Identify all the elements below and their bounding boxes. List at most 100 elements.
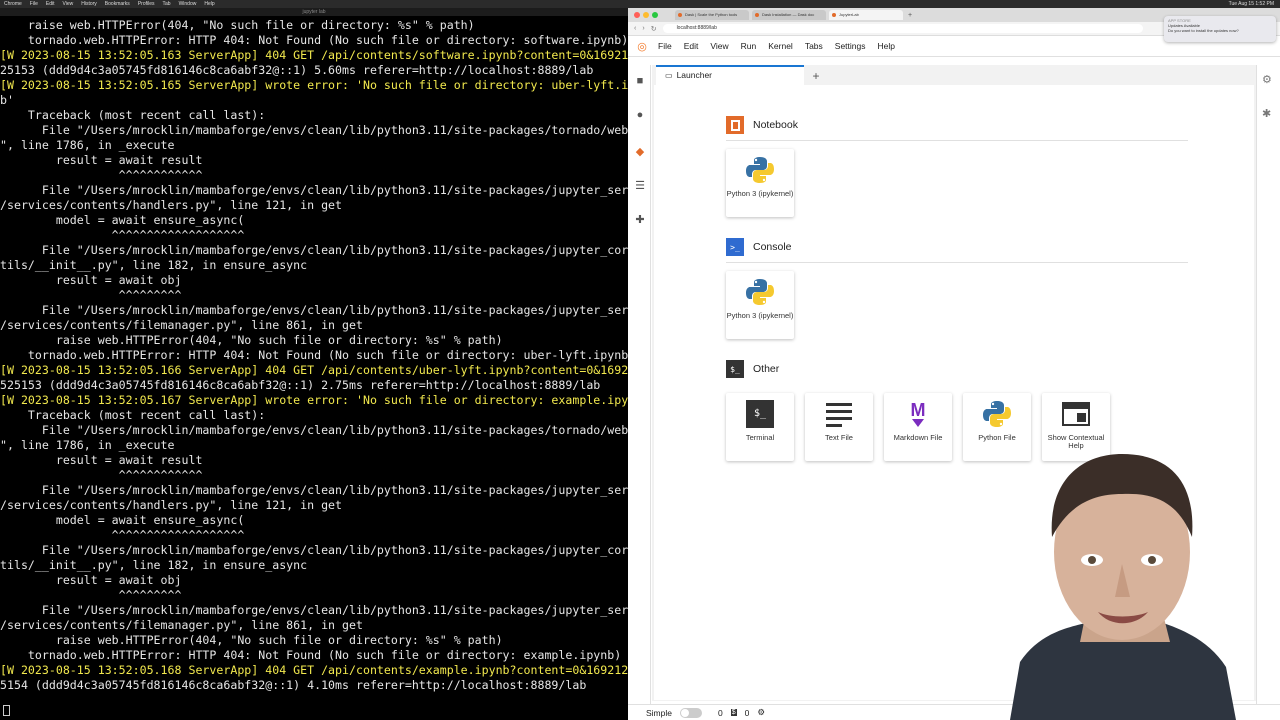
text-file-card[interactable]: Text File: [805, 393, 873, 461]
terminal-line: result = await result: [0, 453, 203, 467]
terminal-output: raise web.HTTPError(404, "No such file o…: [0, 16, 628, 693]
mac-menubar: Chrome File Edit View History Bookmarks …: [0, 0, 1280, 8]
debugger-icon[interactable]: ✱: [1262, 107, 1271, 120]
card-label: Python 3 (ipykernel): [726, 189, 794, 198]
maximize-window-icon[interactable]: [652, 12, 658, 18]
new-tab-icon[interactable]: +: [906, 12, 914, 19]
notebook-section-title: Notebook: [753, 119, 798, 131]
kernel-count[interactable]: 0: [745, 708, 750, 718]
terminal-line: /services/contents/handlers.py", line 12…: [0, 498, 343, 512]
menu-edit[interactable]: Edit: [678, 41, 705, 51]
terminal-line: model = await ensure_async(: [0, 213, 245, 227]
menu-settings[interactable]: Settings: [829, 41, 872, 51]
menu-file[interactable]: File: [652, 41, 678, 51]
text-file-icon: [825, 397, 853, 431]
card-label: Markdown File: [893, 433, 943, 442]
extensions-icon[interactable]: ✚: [633, 213, 647, 226]
url-input[interactable]: localhost:8889/lab: [662, 24, 1143, 33]
terminal-line: ^^^^^^^^^^^^^^^^^^^: [0, 528, 245, 542]
terminal-line: tornado.web.HTTPError: HTTP 404: Not Fou…: [0, 648, 622, 662]
terminal-line: [W 2023-08-15 13:52:05.163 ServerApp] 40…: [0, 48, 628, 62]
menubar-item-window[interactable]: Window: [179, 0, 197, 8]
terminal-line: raise web.HTTPError(404, "No such file o…: [0, 18, 475, 32]
back-icon[interactable]: ‹: [634, 25, 636, 32]
markdown-file-card[interactable]: M Markdown File: [884, 393, 952, 461]
contextual-help-card[interactable]: Show Contextual Help: [1042, 393, 1110, 461]
menubar-item-edit[interactable]: Edit: [46, 0, 55, 8]
terminal-line: b': [0, 93, 14, 107]
other-section-title: Other: [753, 363, 780, 375]
right-sidebar: ⚙ ✱: [1256, 65, 1280, 709]
terminal-line: 25153 (ddd9d4c3a05745fd816146c8ca6abf32@…: [0, 63, 594, 77]
menu-view[interactable]: View: [704, 41, 734, 51]
menu-help[interactable]: Help: [872, 41, 901, 51]
reload-icon[interactable]: ↻: [651, 25, 657, 33]
terminal-line: /services/contents/handlers.py", line 12…: [0, 198, 343, 212]
terminal-line: File "/Users/mrocklin/mambaforge/envs/cl…: [0, 423, 628, 437]
forward-icon[interactable]: ›: [642, 25, 644, 32]
menubar-item-history[interactable]: History: [81, 0, 97, 8]
table-of-contents-icon[interactable]: ☰: [633, 179, 647, 192]
terminal-title: jupyter lab: [0, 8, 628, 16]
terminal-line: model = await ensure_async(: [0, 513, 245, 527]
menu-run[interactable]: Run: [735, 41, 763, 51]
terminal-line: Traceback (most recent call last):: [0, 408, 266, 422]
menu-kernel[interactable]: Kernel: [762, 41, 799, 51]
terminal-line: /services/contents/filemanager.py", line…: [0, 618, 363, 632]
console-section-title: Console: [753, 241, 792, 253]
browser-tab-jupyterlab[interactable]: JupyterLab: [829, 10, 903, 20]
terminal-line: ^^^^^^^^^^^^^^^^^^^: [0, 228, 245, 242]
simple-mode-toggle[interactable]: [679, 707, 702, 718]
terminal-line: result = await obj: [0, 273, 182, 287]
console-section-icon: >_: [726, 238, 744, 256]
other-section: $_ Other $_ Terminal Text File M Markdow…: [726, 359, 1188, 461]
kernel-status-icon: ⚙: [757, 707, 765, 717]
terminal-line: ^^^^^^^^^^^^: [0, 168, 203, 182]
menubar-item-tab[interactable]: Tab: [163, 0, 171, 8]
menubar-item-chrome[interactable]: Chrome: [4, 0, 22, 8]
tab-launcher[interactable]: ▭ Launcher: [656, 65, 804, 85]
terminal-cursor: [3, 705, 10, 716]
terminal-line: /services/contents/filemanager.py", line…: [0, 318, 363, 332]
left-pupil-shape: [1088, 556, 1096, 564]
notebook-section-icon: [726, 116, 744, 134]
folder-icon[interactable]: ■: [633, 75, 647, 87]
menubar-item-file[interactable]: File: [30, 0, 38, 8]
jupyter-logo-icon: ◎: [637, 40, 647, 53]
terminal-line: raise web.HTTPError(404, "No such file o…: [0, 333, 503, 347]
terminal-line: File "/Users/mrocklin/mambaforge/envs/cl…: [0, 243, 628, 257]
card-label: Python File: [978, 433, 1016, 442]
running-kernels-icon[interactable]: ●: [633, 109, 647, 121]
notebook-python3-card[interactable]: Python 3 (ipykernel): [726, 149, 794, 217]
menubar-item-profiles[interactable]: Profiles: [138, 0, 155, 8]
console-python3-card[interactable]: Python 3 (ipykernel): [726, 271, 794, 339]
menubar-item-help[interactable]: Help: [204, 0, 214, 8]
terminal-status-icon: $: [730, 709, 737, 716]
terminal-line: 525153 (ddd9d4c3a05745fd816146c8ca6abf32…: [0, 378, 601, 392]
terminal-icon: $_: [746, 397, 774, 431]
menu-tabs[interactable]: Tabs: [799, 41, 829, 51]
card-label: Show Contextual Help: [1047, 433, 1105, 450]
python-file-card[interactable]: Python File: [963, 393, 1031, 461]
menubar-clock: Tue Aug 15 1:52 PM: [1228, 1, 1274, 7]
browser-tab-dask-install[interactable]: Dask Installation — Dask doc: [752, 10, 826, 20]
terminal-card[interactable]: $_ Terminal: [726, 393, 794, 461]
close-window-icon[interactable]: [634, 12, 640, 18]
left-sidebar: ■ ● ◆ ☰ ✚: [628, 65, 651, 709]
dock-tabbar: ▭ Launcher +: [652, 65, 1256, 85]
terminal-line: File "/Users/mrocklin/mambaforge/envs/cl…: [0, 603, 628, 617]
add-launcher-icon[interactable]: +: [806, 68, 826, 85]
notebook-section: Notebook Python 3 (ipykernel): [726, 115, 1188, 217]
dask-icon[interactable]: ◆: [633, 145, 647, 158]
menubar-item-view[interactable]: View: [62, 0, 73, 8]
browser-tab-dask[interactable]: Dask | Scale the Python tools: [675, 10, 749, 20]
terminal-line: Traceback (most recent call last):: [0, 108, 266, 122]
notification-body: Do you want to install the updates now?: [1168, 28, 1239, 33]
minimize-window-icon[interactable]: [643, 12, 649, 18]
terminal-window[interactable]: jupyter lab raise web.HTTPError(404, "No…: [0, 8, 628, 720]
property-inspector-icon[interactable]: ⚙: [1262, 73, 1272, 86]
terminal-count[interactable]: 0: [718, 708, 723, 718]
update-notification[interactable]: APP STORE Updates Available Do you want …: [1164, 16, 1276, 42]
menubar-item-bookmarks[interactable]: Bookmarks: [105, 0, 130, 8]
markdown-icon: M: [906, 397, 930, 431]
